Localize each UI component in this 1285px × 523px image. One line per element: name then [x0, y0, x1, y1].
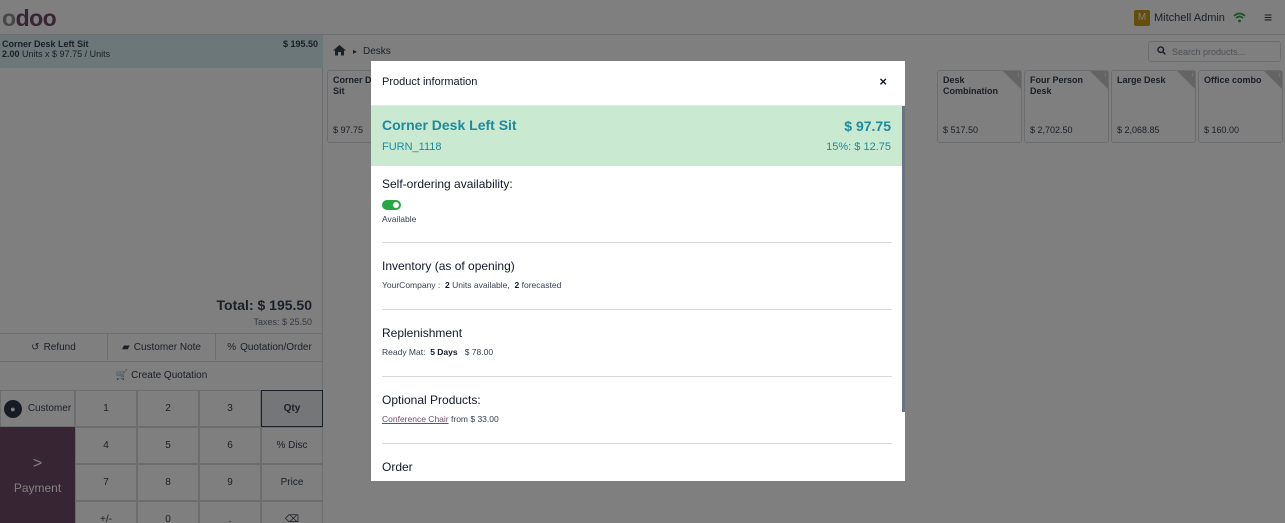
self-ordering-section: Self-ordering availability: Available — [382, 177, 892, 224]
inventory-section: Inventory (as of opening) YourCompany : … — [382, 259, 892, 290]
dialog-title: Product information — [382, 76, 478, 88]
product-name: Corner Desk Left Sit — [382, 117, 517, 133]
replenishment-section: Replenishment Ready Mat: 5 Days $ 78.00 — [382, 326, 892, 357]
optional-products-section: Optional Products: Conference Chair from… — [382, 393, 892, 424]
product-code: FURN_1118 — [382, 141, 442, 153]
divider — [382, 242, 892, 243]
divider — [382, 376, 892, 377]
product-summary: Corner Desk Left Sit FURN_1118 $ 97.75 1… — [371, 106, 903, 166]
order-section: Order — [382, 460, 892, 474]
section-title: Order — [382, 460, 413, 474]
replenishment-details: Ready Mat: 5 Days $ 78.00 — [382, 347, 494, 357]
availability-status: Available — [382, 214, 417, 224]
section-title: Optional Products: — [382, 393, 481, 407]
product-tax: 15%: $ 12.75 — [826, 141, 891, 153]
divider — [382, 309, 892, 310]
optional-products-details: Conference Chair from $ 33.00 — [382, 414, 499, 424]
product-info-dialog: Product information × Corner Desk Left S… — [371, 61, 905, 481]
close-icon[interactable]: × — [879, 74, 887, 89]
inventory-details: YourCompany : 2 Units available, 2 forec… — [382, 280, 562, 290]
section-title: Self-ordering availability: — [382, 177, 513, 191]
section-title: Replenishment — [382, 326, 463, 340]
section-title: Inventory (as of opening) — [382, 259, 515, 273]
product-price: $ 97.75 — [844, 118, 891, 134]
dialog-scrollbar[interactable] — [902, 106, 905, 412]
availability-toggle[interactable] — [382, 200, 401, 210]
optional-product-link[interactable]: Conference Chair — [382, 414, 449, 424]
divider — [382, 443, 892, 444]
dialog-header: Product information × — [371, 61, 905, 106]
